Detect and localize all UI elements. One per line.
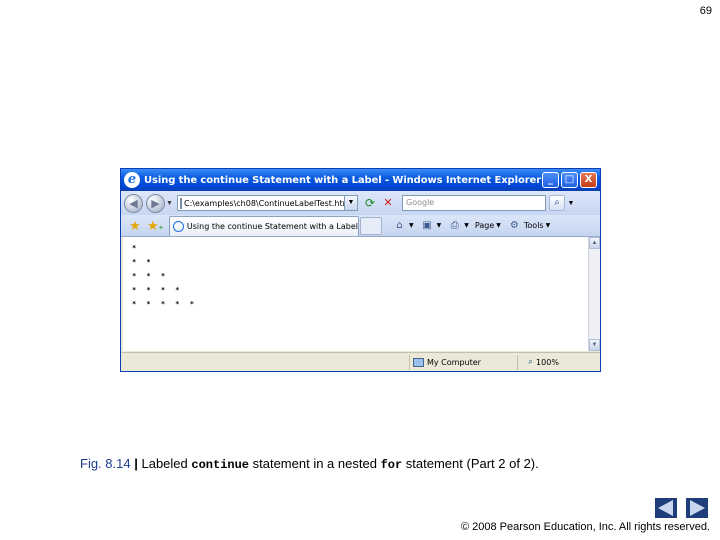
scroll-up-button[interactable]: ▲: [589, 237, 600, 249]
output-row: *: [132, 244, 140, 252]
output-row: * *: [132, 258, 154, 266]
print-dropdown[interactable]: ▼: [464, 222, 469, 229]
back-button[interactable]: ◀: [124, 193, 143, 213]
window-controls: _ □ X: [542, 172, 597, 188]
figure-caption: Fig. 8.14 | Labeled continue statement i…: [80, 456, 539, 472]
scroll-down-button[interactable]: ▼: [589, 339, 600, 351]
browser-window: e Using the continue Statement with a La…: [120, 168, 601, 372]
previous-slide-button[interactable]: [655, 498, 677, 518]
tools-menu[interactable]: Tools: [524, 221, 544, 230]
output-row: * * * *: [132, 286, 183, 294]
maximize-button[interactable]: □: [561, 172, 578, 188]
feeds-icon[interactable]: ▣: [420, 220, 435, 231]
next-slide-button[interactable]: [686, 498, 708, 518]
zoom-value: 100%: [536, 357, 559, 367]
search-options-dropdown[interactable]: ▼: [566, 200, 576, 207]
ie-logo-icon: e: [124, 172, 140, 188]
caption-text-1: Labeled: [141, 456, 188, 471]
add-favorites-icon[interactable]: ★+: [147, 218, 163, 234]
status-bar: My Computer ⌕ 100%: [121, 352, 600, 371]
address-text: C:\examples\ch08\ContinueLabelTest.html: [184, 198, 345, 208]
search-icon[interactable]: ⌕: [549, 195, 565, 211]
copyright: © 2008 Pearson Education, Inc. All right…: [460, 521, 710, 533]
vertical-scrollbar[interactable]: ▲ ▼: [588, 237, 600, 351]
page-number: 69: [699, 5, 712, 17]
favorites-star-icon[interactable]: ★: [127, 218, 143, 234]
window-title: Using the continue Statement with a Labe…: [144, 174, 542, 186]
feeds-dropdown[interactable]: ▼: [437, 222, 442, 229]
home-dropdown[interactable]: ▼: [409, 222, 414, 229]
caption-text-3: statement (Part 2 of 2).: [405, 456, 539, 471]
caption-text-2: statement in a nested: [252, 456, 377, 471]
caption-separator: |: [134, 456, 138, 471]
caption-code-for: for: [380, 458, 403, 472]
zoom-level[interactable]: ⌕ 100%: [517, 354, 587, 370]
history-dropdown[interactable]: ▼: [166, 200, 174, 207]
output-row: * * *: [132, 272, 169, 280]
command-bar: ⌂ ▼ ▣ ▼ ⎙ ▼ Page ▼ ⚙ Tools ▼: [392, 220, 554, 231]
stop-icon[interactable]: ✕: [380, 195, 396, 211]
caption-code-continue: continue: [191, 458, 249, 472]
page-content: * * * * * * * * * * * * * * *: [123, 237, 588, 351]
tab-title: Using the continue Statement with a Labe…: [186, 221, 358, 231]
security-zone[interactable]: My Computer: [409, 354, 517, 370]
print-icon[interactable]: ⎙: [447, 220, 462, 231]
arrow-left-icon: [658, 500, 673, 516]
tab-current[interactable]: Using the continue Statement with a Labe…: [169, 215, 359, 236]
tools-gear-icon[interactable]: ⚙: [507, 220, 522, 231]
search-input[interactable]: Google: [402, 195, 546, 211]
page-menu[interactable]: Page: [475, 221, 494, 230]
address-dropdown[interactable]: ▼: [345, 195, 358, 211]
minimize-button[interactable]: _: [542, 172, 559, 188]
refresh-icon[interactable]: ⟳: [362, 195, 378, 211]
page-dropdown[interactable]: ▼: [496, 222, 501, 229]
new-tab-button[interactable]: [360, 216, 382, 235]
output-row: * * * * *: [132, 300, 197, 308]
address-bar[interactable]: C:\examples\ch08\ContinueLabelTest.html: [177, 195, 345, 211]
zoom-icon: ⌕: [528, 357, 534, 367]
home-icon[interactable]: ⌂: [392, 220, 407, 231]
close-button[interactable]: X: [580, 172, 597, 188]
arrow-right-icon: [690, 500, 705, 516]
figure-label: Fig. 8.14: [80, 456, 131, 471]
tab-ie-icon: [173, 220, 184, 232]
tab-bar: ★ ★+ Using the continue Statement with a…: [121, 215, 600, 237]
zone-label: My Computer: [427, 357, 481, 367]
tools-dropdown[interactable]: ▼: [546, 222, 551, 229]
page-icon: [180, 197, 182, 209]
title-bar[interactable]: e Using the continue Statement with a La…: [121, 169, 600, 191]
forward-button[interactable]: ▶: [146, 193, 165, 213]
navigation-bar: ◀ ▶ ▼ C:\examples\ch08\ContinueLabelTest…: [121, 191, 600, 215]
computer-icon: [413, 357, 424, 367]
